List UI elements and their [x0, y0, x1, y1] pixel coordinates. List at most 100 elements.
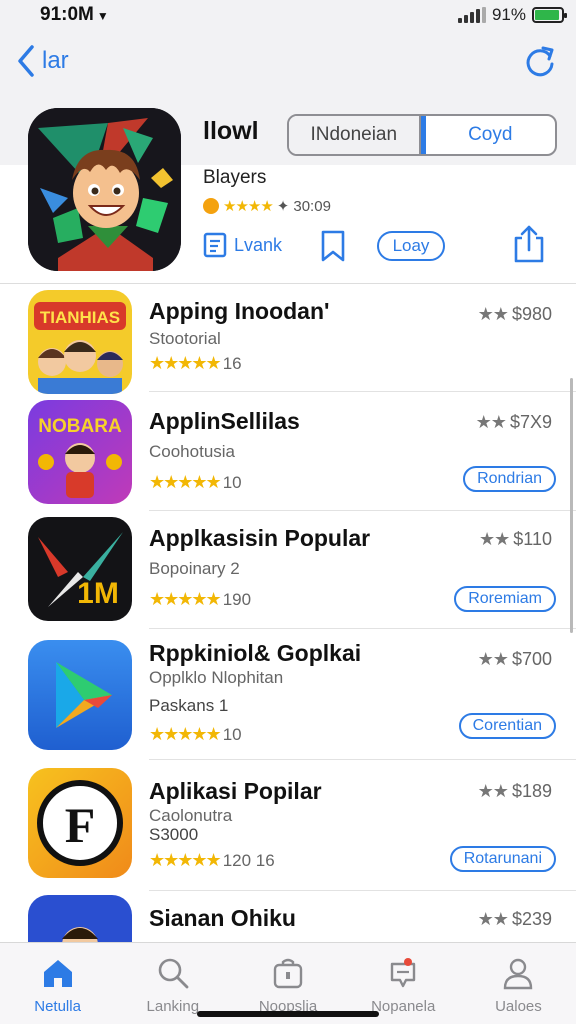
app-title: Apping Inoodan' [149, 298, 330, 324]
svg-text:NOBARA: NOBARA [38, 416, 122, 437]
price-value: $7X9 [509, 412, 552, 432]
featured-app-title: llowl [203, 117, 259, 145]
app-subtitle: Bopoinary 2 [149, 559, 240, 578]
battery-icon [532, 7, 567, 23]
tag-icon [391, 958, 416, 988]
tab-label: Ualoes [495, 998, 542, 1015]
featured-rating-text: 30:09 [293, 197, 331, 215]
app-price: ★★ $980 [478, 304, 552, 325]
svg-text:1M: 1M [77, 577, 119, 610]
app-row[interactable]: Sianan Ohiku ★★ $239 [0, 895, 576, 942]
home-icon [43, 960, 72, 987]
share-icon[interactable] [511, 224, 547, 264]
app-subtitle: Stootorial [149, 329, 221, 348]
app-price: ★★ $7X9 [476, 412, 552, 433]
app-icon: F [28, 768, 132, 878]
app-subtitle: Caolonutra [149, 806, 233, 825]
coin-icon [203, 198, 219, 214]
signal-icon [457, 7, 486, 23]
price-value: $239 [511, 909, 552, 929]
app-icon: 1M [28, 517, 132, 621]
app-title: Aplikasi Popilar [149, 778, 322, 804]
rating-stars-icon: ★★★★ [223, 198, 274, 215]
row-divider [149, 391, 576, 392]
lvank-button[interactable]: Lvank [203, 231, 282, 259]
segment-indonesian[interactable]: INdoneian [289, 116, 421, 154]
app-action-button[interactable]: Roremiam [454, 586, 556, 612]
segment-coyd[interactable]: Coyd [420, 116, 556, 154]
app-row[interactable]: Rppkiniol& Goplkai Opplklo Nlophitan Pas… [0, 640, 576, 760]
app-extra: S3000 [149, 825, 199, 844]
rating-count: 16 [222, 353, 242, 373]
app-rating: ★★★★★ 190 [149, 589, 251, 610]
back-button[interactable]: lar [16, 44, 69, 78]
price-stars-icon: ★★ [479, 529, 514, 549]
app-price: ★★ $110 [479, 529, 552, 550]
app-rating: ★★★★★ 10 [149, 472, 242, 493]
scroll-indicator[interactable] [570, 378, 573, 633]
featured-app-rating: ★★★★ ✦ 30:09 [203, 197, 331, 215]
app-row[interactable]: NOBARA ApplinSellilas Coohotusia ★★★★★ 10… [0, 400, 576, 511]
home-indicator [197, 1011, 379, 1017]
app-price: ★★ $239 [478, 909, 552, 930]
app-action-button[interactable]: Corentian [458, 713, 556, 739]
app-title: Rppkiniol& Goplkai [149, 640, 362, 666]
app-rating: ★★★★★ 10 [149, 724, 242, 745]
row-divider [149, 628, 576, 629]
app-title: Applkasisin Popular [149, 525, 371, 551]
section-divider [0, 283, 576, 284]
tab-label: Netulla [34, 998, 81, 1015]
app-row[interactable]: F Aplikasi Popilar Caolonutra S3000 ★★★★… [0, 768, 576, 891]
refresh-icon[interactable] [522, 44, 558, 80]
loay-button[interactable]: Loay [377, 231, 445, 261]
lvank-label: Lvank [234, 234, 283, 255]
person-icon [504, 958, 533, 990]
price-value: $110 [513, 529, 552, 549]
app-icon [28, 895, 132, 942]
battery-percent: 91% [491, 5, 526, 24]
price-value: $980 [511, 304, 552, 324]
stars-icon: ★★★★★ [149, 724, 222, 744]
price-stars-icon: ★★ [477, 649, 512, 669]
app-icon: TIANHIAS [28, 290, 132, 394]
stars-icon: ★★★★★ [149, 589, 222, 609]
price-stars-icon: ★★ [477, 781, 512, 801]
app-title: ApplinSellilas [149, 408, 300, 434]
rating-count: 10 [222, 724, 242, 744]
chevron-left-icon [18, 45, 34, 77]
svg-text:TIANHIAS: TIANHIAS [40, 308, 120, 327]
status-indicators: 91% [457, 5, 567, 25]
rating-count: 190 [222, 589, 252, 609]
price-value: $700 [511, 649, 552, 669]
app-row[interactable]: TIANHIAS Apping Inoodan' Stootorial ★★★★… [0, 290, 576, 394]
app-price: ★★ $700 [478, 649, 552, 670]
price-stars-icon: ★★ [477, 909, 512, 929]
status-bar: 91:0M ▼ 91% [0, 0, 576, 30]
back-label: lar [42, 47, 69, 74]
app-subtitle: Opplklo Nlophitan [149, 668, 284, 687]
featured-actions: Lvank Loay [203, 225, 553, 265]
app-action-button[interactable]: Rondrian [463, 466, 556, 492]
app-title: Sianan Ohiku [149, 905, 296, 931]
battery-fill [535, 10, 559, 20]
app-row[interactable]: 1M Applkasisin Popular Bopoinary 2 ★★★★★… [0, 517, 576, 629]
status-time: 91:0M ▼ [40, 4, 109, 26]
tab-ualoes[interactable]: Ualoes [461, 943, 576, 1024]
app-icon [28, 640, 132, 750]
app-price: ★★ $189 [478, 781, 552, 802]
bag-icon [273, 958, 303, 989]
row-divider [149, 759, 576, 760]
app-action-button[interactable]: Rotarunani [449, 846, 556, 872]
price-value: $189 [511, 781, 552, 801]
featured-app-icon[interactable] [28, 108, 181, 271]
rating-count: 10 [222, 472, 242, 492]
app-subtitle: Coohotusia [149, 442, 236, 461]
bookmark-icon[interactable] [319, 229, 347, 263]
rating-count: 120 16 [222, 850, 275, 870]
tab-netulla[interactable]: Netulla [0, 943, 115, 1024]
app-rating: ★★★★★ 16 [149, 353, 242, 374]
row-divider [149, 890, 576, 891]
rating-dot: ✦ [276, 198, 290, 215]
svg-text:F: F [65, 797, 96, 853]
segmented-control: INdoneian Coyd [287, 114, 557, 156]
